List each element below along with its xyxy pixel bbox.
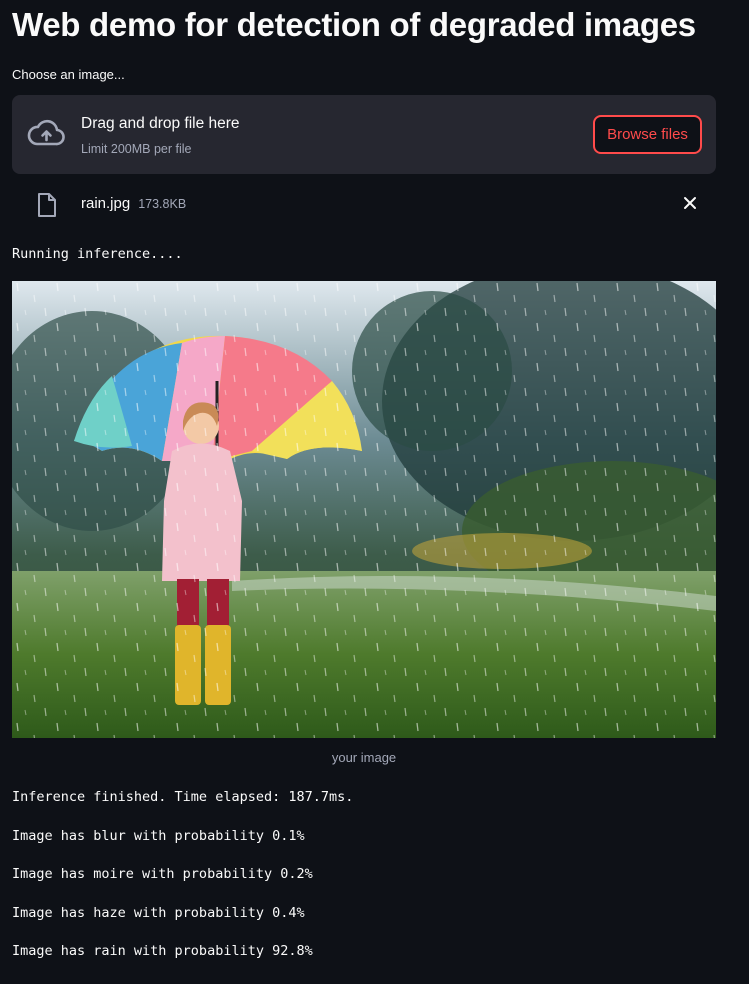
app-page: Web demo for detection of degraded image… [0, 0, 749, 984]
file-info: rain.jpg 173.8KB [81, 195, 186, 212]
page-title: Web demo for detection of degraded image… [12, 6, 696, 43]
result-rain: Image has rain with probability 92.8% [12, 943, 313, 959]
file-size: 173.8KB [138, 197, 187, 211]
status-finished: Inference finished. Time elapsed: 187.7m… [12, 789, 354, 805]
image-caption: your image [331, 750, 397, 765]
uploaded-file-row: rain.jpg 173.8KB [12, 187, 716, 223]
dropzone-limit: Limit 200MB per file [81, 142, 192, 156]
close-icon [684, 197, 696, 209]
browse-files-button[interactable]: Browse files [593, 115, 702, 154]
remove-file-button[interactable] [680, 193, 700, 213]
result-blur: Image has blur with probability 0.1% [12, 828, 305, 844]
result-moire: Image has moire with probability 0.2% [12, 866, 313, 882]
status-running: Running inference.... [12, 246, 183, 262]
file-name: rain.jpg [81, 195, 131, 212]
file-icon [38, 193, 56, 217]
cloud-upload-icon [27, 119, 65, 146]
file-dropzone[interactable]: Drag and drop file here Limit 200MB per … [12, 95, 716, 174]
dropzone-instructions: Drag and drop file here [81, 115, 240, 132]
uploader-label: Choose an image... [12, 67, 125, 82]
rain-photo [12, 281, 716, 738]
uploaded-image [12, 281, 716, 738]
result-haze: Image has haze with probability 0.4% [12, 905, 305, 921]
